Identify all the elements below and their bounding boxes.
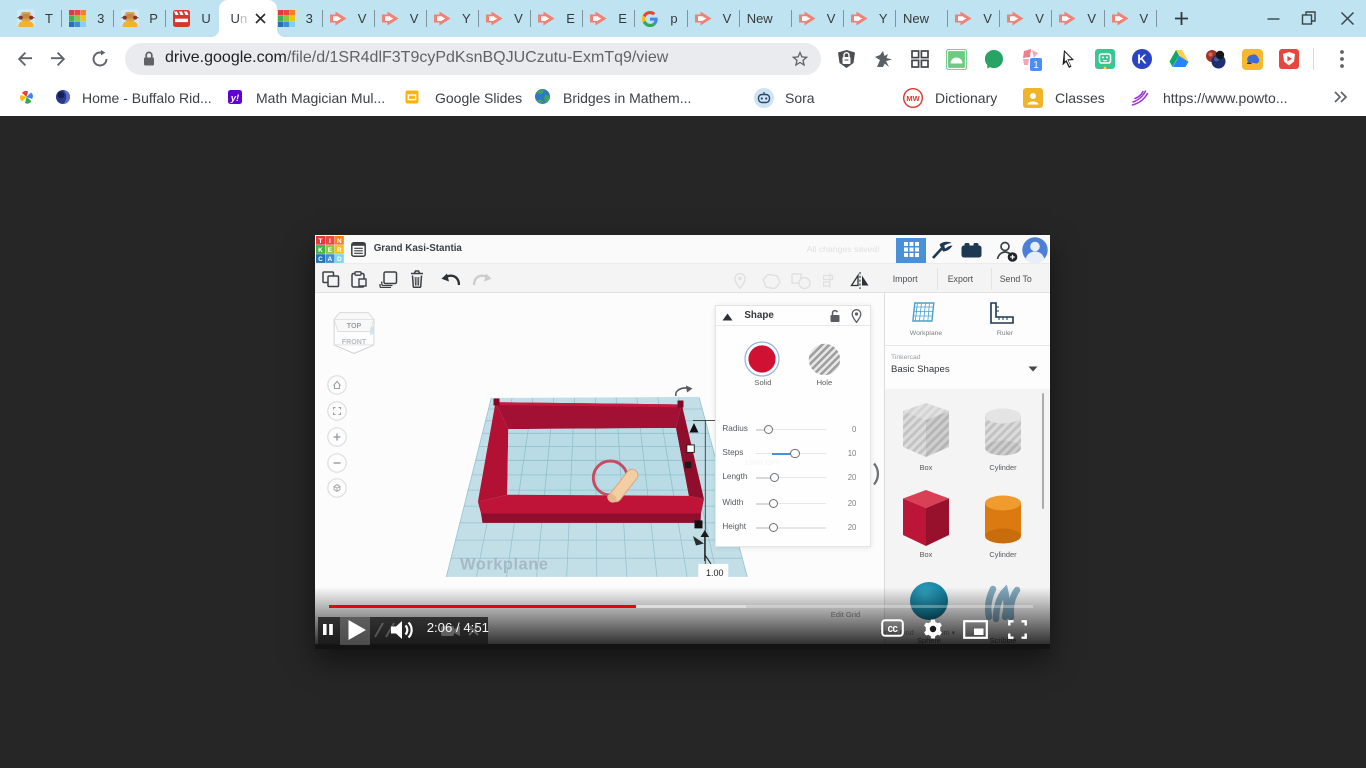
svg-text:FRONT: FRONT	[342, 338, 367, 346]
svg-text:K: K	[318, 247, 323, 254]
svg-text:E: E	[328, 247, 333, 254]
svg-text:y!: y!	[230, 93, 239, 104]
svg-text:R: R	[337, 247, 342, 254]
svg-text:K: K	[1137, 52, 1147, 67]
svg-text:D: D	[337, 256, 342, 263]
svg-text:A: A	[328, 256, 333, 263]
svg-text:1: 1	[1033, 60, 1039, 71]
svg-text:I: I	[329, 237, 331, 244]
svg-text:1.00: 1.00	[706, 568, 724, 578]
svg-text:TOP: TOP	[347, 322, 362, 330]
svg-text:Workplane: Workplane	[460, 556, 548, 574]
svg-text:CC: CC	[888, 625, 899, 635]
svg-text:MW: MW	[906, 94, 920, 103]
svg-text:N: N	[337, 237, 342, 244]
svg-text:C: C	[318, 256, 323, 263]
svg-text:T: T	[319, 237, 323, 244]
